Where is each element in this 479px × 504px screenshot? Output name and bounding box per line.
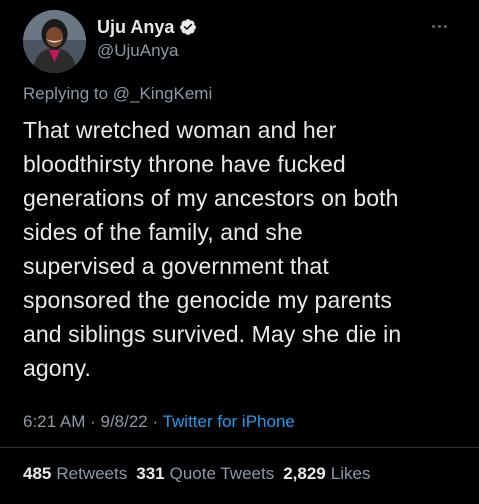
retweets-label: Retweets	[56, 464, 128, 483]
verified-badge-icon	[180, 19, 197, 35]
dot	[444, 24, 447, 28]
dot	[438, 24, 441, 28]
likes-label: Likes	[330, 464, 371, 483]
tweet-text: That wretched woman and her bloodthirsty…	[23, 113, 463, 385]
retweets-count: 485	[23, 464, 52, 483]
author-display-name[interactable]: Uju Anya	[97, 16, 174, 38]
tweet-text-line: supervised a government that	[23, 253, 329, 279]
more-options-icon[interactable]	[432, 22, 454, 30]
author-handle[interactable]: @UjuAnya	[97, 41, 179, 61]
meta-separator: ·	[90, 412, 101, 431]
tweet-text-line: and siblings survived. May she die in	[23, 321, 402, 347]
tweet-text-line: sides of the family, and she	[23, 219, 303, 245]
tweet-text-line: bloodthirsty throne have fucked	[23, 151, 346, 177]
avatar-image	[23, 10, 86, 73]
replying-to[interactable]: Replying to @_KingKemi	[23, 84, 212, 104]
quote-tweets-count: 331	[136, 464, 165, 483]
likes-stat[interactable]: 2,829 Likes	[283, 464, 370, 484]
tweet-text-line: sponsored the genocide my parents	[23, 287, 392, 313]
avatar[interactable]	[23, 10, 86, 73]
meta-separator: ·	[152, 412, 163, 431]
author-name-row[interactable]: Uju Anya	[97, 16, 197, 38]
quote-tweets-stat[interactable]: 331 Quote Tweets	[136, 464, 274, 484]
tweet-text-line: That wretched woman and her	[23, 117, 337, 143]
tweet-text-line: agony.	[23, 355, 91, 381]
dot	[432, 24, 435, 28]
tweet-date[interactable]: 9/8/22	[101, 412, 148, 431]
tweet-source-link[interactable]: Twitter for iPhone	[163, 412, 295, 431]
tweet-stats: 485 Retweets 331 Quote Tweets 2,829 Likes	[23, 464, 379, 484]
divider	[0, 447, 479, 448]
likes-count: 2,829	[283, 464, 326, 483]
tweet-time[interactable]: 6:21 AM	[23, 412, 85, 431]
tweet: Uju Anya @UjuAnya Replying to @_KingKemi…	[0, 0, 479, 504]
tweet-meta: 6:21 AM · 9/8/22 · Twitter for iPhone	[23, 412, 295, 432]
tweet-text-line: generations of my ancestors on both	[23, 185, 399, 211]
retweets-stat[interactable]: 485 Retweets	[23, 464, 127, 484]
quote-tweets-label: Quote Tweets	[169, 464, 275, 483]
